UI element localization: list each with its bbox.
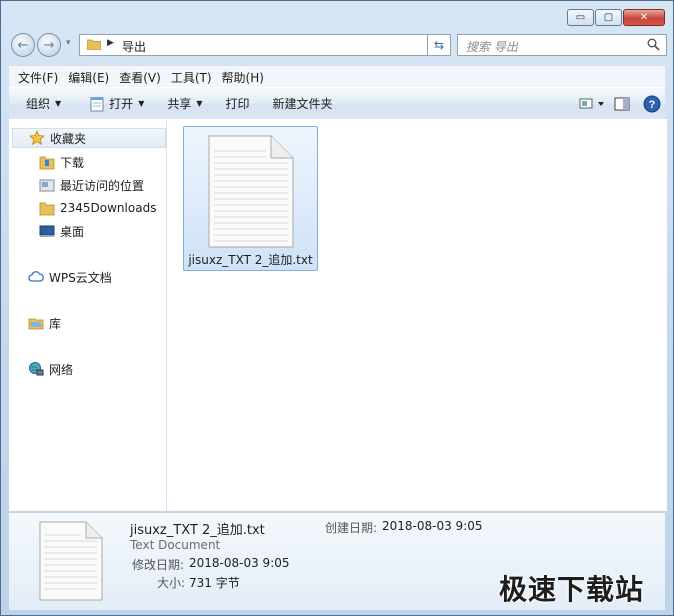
menu-file[interactable]: 文件(F) <box>9 69 63 86</box>
star-icon <box>29 130 45 146</box>
preview-pane-icon <box>614 97 630 110</box>
toolbar-right-group: ? <box>579 88 665 119</box>
details-size-label: 大小: <box>157 576 186 590</box>
details-created-label: 创建日期: <box>325 521 378 535</box>
maximize-button[interactable]: ▢ <box>595 9 622 26</box>
cloud-icon <box>28 271 44 282</box>
share-label: 共享 <box>167 97 192 111</box>
nav-downloads-label: 下载 <box>60 155 85 170</box>
nav-network[interactable]: 网络 <box>28 359 73 379</box>
nav-favorites[interactable]: 收藏夹 <box>12 128 166 148</box>
details-file-name: jisuxz_TXT 2_追加.txt <box>130 523 265 538</box>
desktop-icon <box>39 225 55 237</box>
breadcrumb-current[interactable]: 导出 <box>122 38 146 55</box>
file-name[interactable]: jisuxz_TXT 2_追加.txt <box>184 251 317 268</box>
libraries-icon <box>28 318 44 330</box>
details-file-type: Text Document <box>130 538 221 552</box>
arrow-left-icon: ← <box>17 37 29 53</box>
forward-button[interactable]: → <box>37 33 61 57</box>
navigation-row: ← → ▾ ▶ 导出 ▼ ⇆ 搜索 导出 <box>9 31 667 59</box>
nav-network-label: 网络 <box>49 362 74 377</box>
new-folder-button[interactable]: 新建文件夹 <box>259 95 342 112</box>
site-watermark: 极速下载站 <box>499 573 645 606</box>
network-icon <box>29 362 44 376</box>
nav-recent-label: 最近访问的位置 <box>60 178 145 193</box>
print-label: 打印 <box>225 97 250 111</box>
recent-places-icon <box>39 179 55 192</box>
share-button[interactable]: 共享 ▼ <box>153 95 211 112</box>
open-button[interactable]: 打开 ▼ <box>70 95 153 112</box>
print-button[interactable]: 打印 <box>212 95 259 112</box>
view-icon <box>579 98 604 108</box>
search-icon[interactable] <box>647 38 660 51</box>
new-folder-label: 新建文件夹 <box>272 97 333 111</box>
close-button[interactable]: ✕ <box>623 9 665 26</box>
help-icon: ? <box>643 95 661 112</box>
notepad-icon <box>90 96 104 111</box>
nav-wps-cloud[interactable]: WPS云文档 <box>28 267 112 287</box>
organize-label: 组织 <box>26 97 51 111</box>
refresh-icon: ⇆ <box>433 38 445 52</box>
nav-desktop[interactable]: 桌面 <box>39 221 84 241</box>
text-document-icon <box>208 135 294 248</box>
search-input[interactable]: 搜索 导出 <box>457 34 667 56</box>
menu-tools[interactable]: 工具(T) <box>166 69 217 86</box>
minimize-button[interactable]: ▭ <box>567 9 594 26</box>
chevron-down-icon: ▼ <box>196 99 203 108</box>
nav-desktop-label: 桌面 <box>60 224 85 239</box>
text-document-icon <box>39 521 103 601</box>
chevron-down-icon: ▼ <box>138 99 145 108</box>
chevron-down-icon: ▼ <box>55 99 62 108</box>
nav-2345downloads[interactable]: 2345Downloads <box>39 198 156 218</box>
details-modified-value: 2018-08-03 9:05 <box>189 556 290 570</box>
downloads-folder-icon <box>39 156 55 170</box>
menu-view[interactable]: 查看(V) <box>114 69 166 86</box>
recent-pages-dropdown[interactable]: ▾ <box>66 38 71 48</box>
help-button[interactable]: ? <box>639 93 665 115</box>
menu-bar: 文件(F) 编辑(E) 查看(V) 工具(T) 帮助(H) <box>9 65 665 88</box>
refresh-button[interactable]: ⇆ <box>427 34 451 56</box>
nav-recent-places[interactable]: 最近访问的位置 <box>39 175 144 195</box>
explorer-window: ▭ ▢ ✕ ← → ▾ ▶ 导出 ▼ ⇆ 搜索 导出 文件(F) 编辑(E) 查… <box>0 0 674 616</box>
folder-icon <box>87 39 101 50</box>
nav-wps-label: WPS云文档 <box>49 270 112 285</box>
search-placeholder: 搜索 导出 <box>466 40 518 54</box>
file-list: jisuxz_TXT 2_追加.txt <box>167 119 667 511</box>
menu-help[interactable]: 帮助(H) <box>217 69 269 86</box>
navigation-pane: 收藏夹 下载 最近访问的位置 2345Downloads 桌面 WPS云文档 库… <box>9 119 167 511</box>
preview-pane-button[interactable] <box>609 93 635 115</box>
breadcrumb-arrow-icon[interactable]: ▶ <box>107 38 114 48</box>
nav-favorites-label: 收藏夹 <box>50 131 87 146</box>
nav-libraries-label: 库 <box>49 316 62 331</box>
address-bar[interactable]: ▶ 导出 ▼ <box>79 34 450 56</box>
menu-edit[interactable]: 编辑(E) <box>63 69 114 86</box>
open-label: 打开 <box>109 97 134 111</box>
nav-libraries[interactable]: 库 <box>28 313 61 333</box>
details-size-value: 731 字节 <box>189 576 240 590</box>
nav-downloads[interactable]: 下载 <box>39 152 84 172</box>
back-button[interactable]: ← <box>11 33 35 57</box>
nav-2345downloads-label: 2345Downloads <box>60 201 157 215</box>
organize-button[interactable]: 组织 ▼ <box>9 95 70 112</box>
caption-buttons: ▭ ▢ ✕ <box>567 9 665 26</box>
folder-icon <box>39 202 55 216</box>
file-item[interactable]: jisuxz_TXT 2_追加.txt <box>183 126 318 271</box>
details-modified-label: 修改日期: <box>132 558 185 572</box>
details-created-value: 2018-08-03 9:05 <box>382 519 483 533</box>
svg-text:?: ? <box>649 99 656 111</box>
command-toolbar: 组织 ▼ 打开 ▼ 共享 ▼ 打印 新建文件夹 ? <box>9 87 665 120</box>
arrow-right-icon: → <box>43 37 55 53</box>
change-view-button[interactable] <box>579 93 605 115</box>
